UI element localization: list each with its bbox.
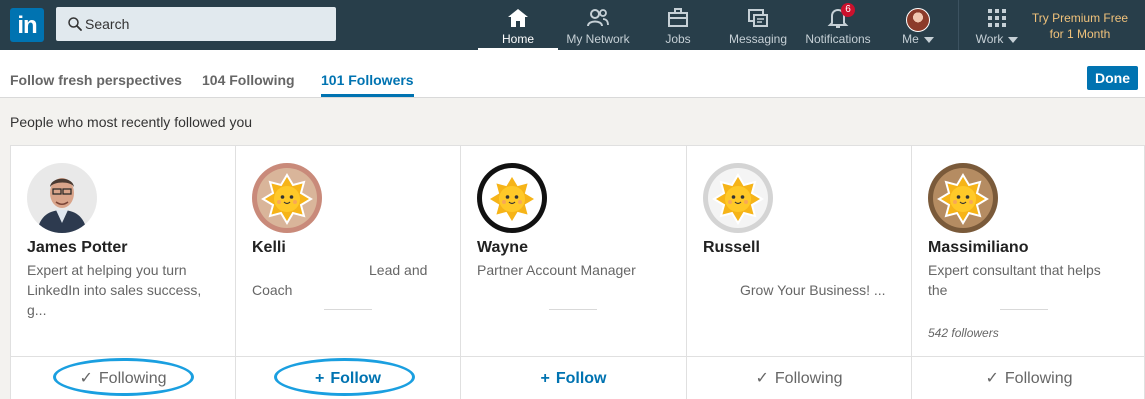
check-icon: ✓ bbox=[755, 370, 769, 387]
card-divider bbox=[549, 309, 597, 310]
nav-work-label: Work bbox=[966, 32, 1028, 46]
nav-notifications-label: Notifications bbox=[805, 32, 871, 46]
follower-name[interactable]: Massimiliano bbox=[928, 239, 1028, 257]
follower-name[interactable]: Russell bbox=[703, 239, 760, 257]
tab-followers-label: 101 Followers bbox=[321, 72, 414, 88]
card-divider bbox=[324, 309, 372, 310]
follower-card[interactable]: Wayne Partner Account Manager + Follow bbox=[461, 146, 687, 399]
follower-name[interactable]: Wayne bbox=[477, 239, 528, 257]
avatar bbox=[906, 8, 930, 32]
network-icon bbox=[587, 9, 609, 27]
follower-headline: Expert consultant that helps the bbox=[928, 262, 1101, 298]
nav-work[interactable]: Work bbox=[966, 0, 1028, 50]
follower-name[interactable]: Kelli bbox=[252, 239, 286, 257]
follower-card[interactable]: Kelli Lead and Coach + Follow bbox=[236, 146, 461, 399]
search-icon bbox=[68, 17, 82, 31]
card-divider bbox=[1000, 309, 1048, 310]
nav-jobs-label: Jobs bbox=[665, 32, 691, 46]
follower-headline: Grow Your Business! ... bbox=[740, 282, 886, 298]
top-nav-bar: in Search Home My Network Jobs Messaging… bbox=[0, 0, 1145, 50]
nav-my-network-label: My Network bbox=[566, 32, 630, 46]
nav-messaging[interactable]: Messaging bbox=[722, 0, 794, 50]
chevron-down-icon bbox=[923, 36, 934, 43]
tab-following[interactable]: 104 Following bbox=[202, 72, 295, 88]
home-icon bbox=[508, 9, 528, 27]
following-button[interactable]: ✓ Following bbox=[687, 356, 911, 399]
notifications-badge: 6 bbox=[841, 3, 855, 17]
nav-divider bbox=[958, 0, 959, 50]
follower-headline: Lead and Coach bbox=[252, 262, 428, 298]
follower-name[interactable]: James Potter bbox=[27, 239, 128, 257]
follower-card[interactable]: James Potter Expert at helping you turn … bbox=[11, 146, 236, 399]
plus-icon: + bbox=[540, 370, 550, 387]
search-input[interactable]: Search bbox=[85, 16, 129, 32]
nav-jobs[interactable]: Jobs bbox=[640, 0, 716, 50]
chevron-down-icon bbox=[1008, 36, 1019, 43]
follower-card[interactable]: Massimiliano Expert consultant that help… bbox=[912, 146, 1145, 399]
profile-photo[interactable] bbox=[252, 163, 322, 233]
following-button[interactable]: ✓ Following bbox=[11, 356, 235, 399]
profile-photo[interactable] bbox=[703, 163, 773, 233]
follower-headline: Partner Account Manager bbox=[477, 262, 636, 278]
tab-follow-fresh-perspectives[interactable]: Follow fresh perspectives bbox=[10, 72, 182, 88]
try-premium-link[interactable]: Try Premium Free for 1 Month bbox=[1030, 10, 1130, 42]
active-tab-underline bbox=[321, 94, 414, 97]
profile-photo[interactable] bbox=[477, 163, 547, 233]
follower-card[interactable]: Russell Grow Your Business! ... ✓ Followi… bbox=[687, 146, 912, 399]
nav-notifications[interactable]: 6 Notifications bbox=[800, 0, 876, 50]
followers-card-list: James Potter Expert at helping you turn … bbox=[10, 145, 1145, 399]
briefcase-icon bbox=[668, 8, 688, 27]
nav-me-label: Me bbox=[890, 32, 946, 46]
premium-line-1: Try Premium Free bbox=[1031, 11, 1129, 25]
check-icon: ✓ bbox=[79, 370, 93, 387]
tab-followers[interactable]: 101 Followers bbox=[321, 72, 414, 97]
nav-me[interactable]: Me bbox=[890, 0, 946, 50]
search-box[interactable]: Search bbox=[56, 7, 336, 41]
nav-home[interactable]: Home bbox=[478, 0, 558, 50]
following-button[interactable]: ✓ Following bbox=[912, 356, 1145, 399]
nav-home-label: Home bbox=[501, 32, 534, 46]
follow-button[interactable]: + Follow bbox=[461, 356, 686, 399]
nav-messaging-label: Messaging bbox=[728, 32, 788, 46]
premium-line-2: for 1 Month bbox=[1049, 27, 1111, 41]
follower-headline: Expert at helping you turn LinkedIn into… bbox=[27, 262, 202, 318]
section-title: People who most recently followed you bbox=[10, 114, 253, 130]
plus-icon: + bbox=[315, 370, 325, 387]
nav-my-network[interactable]: My Network bbox=[560, 0, 636, 50]
linkedin-logo[interactable]: in bbox=[10, 8, 44, 42]
tabs-bar: Follow fresh perspectives 104 Following … bbox=[0, 50, 1145, 98]
messaging-icon bbox=[748, 9, 768, 27]
done-button[interactable]: Done bbox=[1087, 66, 1138, 90]
followers-count: 542 followers bbox=[928, 326, 999, 340]
check-icon: ✓ bbox=[985, 370, 999, 387]
follow-button[interactable]: + Follow bbox=[236, 356, 460, 399]
profile-photo[interactable] bbox=[928, 163, 998, 233]
profile-photo[interactable] bbox=[27, 163, 97, 233]
grid-icon bbox=[988, 9, 1006, 27]
